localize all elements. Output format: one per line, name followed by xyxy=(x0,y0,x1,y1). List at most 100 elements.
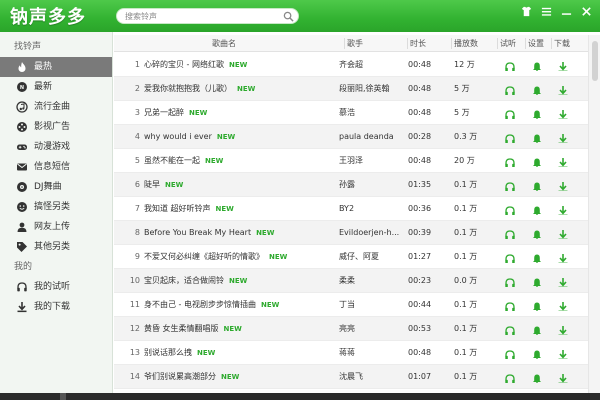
table-row[interactable]: 10 宝贝起床，适合做闹铃 NEW 柔柔 00:23 0.0 万 xyxy=(114,269,588,293)
table-row[interactable]: 11 身不由己 - 电视剧步步惊情插曲 NEW 丁当 00:44 0.1 万 xyxy=(114,293,588,317)
listen-button[interactable] xyxy=(504,131,516,143)
set-ringtone-button[interactable] xyxy=(531,107,543,119)
table-row[interactable]: 7 我知道 超好听铃声 NEW BY2 00:36 0.1 万 xyxy=(114,197,588,221)
search-input[interactable] xyxy=(125,10,275,22)
set-ringtone-button[interactable] xyxy=(531,155,543,167)
set-ringtone-button[interactable] xyxy=(531,299,543,311)
close-button[interactable] xyxy=(576,4,596,18)
sidebar-item[interactable]: 最热 xyxy=(0,57,112,77)
listen-button[interactable] xyxy=(504,251,516,263)
download-icon xyxy=(558,302,568,311)
set-ringtone-button[interactable] xyxy=(531,59,543,71)
download-button[interactable] xyxy=(557,251,569,263)
download-button[interactable] xyxy=(557,371,569,383)
download-button[interactable] xyxy=(557,203,569,215)
table-row[interactable]: 1 心碎的宝贝 - 网络红歌 NEW 齐会超 00:48 12 万 xyxy=(114,53,588,77)
close-icon xyxy=(581,6,591,16)
scrollbar-thumb[interactable] xyxy=(592,41,598,81)
set-ringtone-button[interactable] xyxy=(531,251,543,263)
table-row[interactable]: 9 不爱又何必纠缠《超好听的情歌》 NEW 威仔、阿夏 01:27 0.1 万 xyxy=(114,245,588,269)
sidebar-item[interactable]: 影视广告 xyxy=(0,117,112,137)
search-box[interactable] xyxy=(116,8,299,24)
table-row[interactable]: 2 爱我你就抱抱我（儿歌） NEW 段丽阳,徐英翰 00:48 5 万 xyxy=(114,77,588,101)
song-name-cell[interactable]: 黄昏 女生柔情翻唱版 NEW xyxy=(144,317,340,341)
song-name-cell[interactable]: 虽然不能在一起 NEW xyxy=(144,149,340,173)
set-ringtone-button[interactable] xyxy=(531,323,543,335)
set-ringtone-button[interactable] xyxy=(531,179,543,191)
row-index: 10 xyxy=(129,276,140,285)
table-row[interactable]: 6 陡早 NEW 孙露 01:35 0.1 万 xyxy=(114,173,588,197)
listen-button[interactable] xyxy=(504,155,516,167)
listen-button[interactable] xyxy=(504,347,516,359)
download-button[interactable] xyxy=(557,107,569,119)
sidebar-item[interactable]: 我的下载 xyxy=(0,297,112,317)
sidebar-item[interactable]: 其他另类 xyxy=(0,237,112,257)
header-song-name[interactable]: 歌曲名 xyxy=(212,35,236,52)
header-singer[interactable]: 歌手 xyxy=(344,35,363,52)
download-button[interactable] xyxy=(557,299,569,311)
listen-button[interactable] xyxy=(504,179,516,191)
download-button[interactable] xyxy=(557,131,569,143)
song-name-cell[interactable]: 陡早 NEW xyxy=(144,173,340,197)
song-name-cell[interactable]: Before You Break My Heart NEW xyxy=(144,221,340,245)
sidebar-item[interactable]: 我的试听 xyxy=(0,277,112,297)
listen-button[interactable] xyxy=(504,83,516,95)
listen-button[interactable] xyxy=(504,107,516,119)
table-row[interactable]: 8 Before You Break My Heart NEW Evildoerjen… xyxy=(114,221,588,245)
header-duration[interactable]: 时长 xyxy=(407,35,426,52)
listen-button[interactable] xyxy=(504,227,516,239)
song-name-cell[interactable]: 兄弟一起醉 NEW xyxy=(144,101,340,125)
skin-button[interactable] xyxy=(516,4,536,18)
sidebar-item[interactable]: 动漫游戏 xyxy=(0,137,112,157)
listen-button[interactable] xyxy=(504,203,516,215)
set-ringtone-button[interactable] xyxy=(531,275,543,287)
download-button[interactable] xyxy=(557,275,569,287)
song-name-cell[interactable]: 身不由己 - 电视剧步步惊情插曲 NEW xyxy=(144,293,340,317)
download-button[interactable] xyxy=(557,179,569,191)
headphones-icon xyxy=(505,158,515,167)
header-plays[interactable]: 播放数 xyxy=(451,35,478,52)
set-ringtone-button[interactable] xyxy=(531,347,543,359)
download-button[interactable] xyxy=(557,347,569,359)
set-ringtone-button[interactable] xyxy=(531,131,543,143)
download-button[interactable] xyxy=(557,155,569,167)
song-name-cell[interactable]: 心碎的宝贝 - 网络红歌 NEW xyxy=(144,53,340,77)
sidebar-item-label: 搞怪另类 xyxy=(34,202,71,212)
table-row[interactable]: 13 别说话那么拽 NEW 蒋蒋 00:48 0.1 万 xyxy=(114,341,588,365)
listen-button[interactable] xyxy=(504,323,516,335)
table-row[interactable]: 5 虽然不能在一起 NEW 王羽泽 00:48 20 万 xyxy=(114,149,588,173)
set-ringtone-button[interactable] xyxy=(531,203,543,215)
search-icon[interactable] xyxy=(283,11,294,22)
table-row[interactable]: 3 兄弟一起醉 NEW 慕浩 00:48 5 万 xyxy=(114,101,588,125)
song-name-cell[interactable]: 别说话那么拽 NEW xyxy=(144,341,340,365)
sidebar-item[interactable]: 流行金曲 xyxy=(0,97,112,117)
sidebar-item[interactable]: 网友上传 xyxy=(0,217,112,237)
listen-button[interactable] xyxy=(504,299,516,311)
sidebar-item[interactable]: 搞怪另类 xyxy=(0,197,112,217)
sidebar-item[interactable]: N 最新 xyxy=(0,77,112,97)
song-name-cell[interactable]: 我知道 超好听铃声 NEW xyxy=(144,197,340,221)
song-name-cell[interactable]: 宝贝起床，适合做闹铃 NEW xyxy=(144,269,340,293)
download-button[interactable] xyxy=(557,83,569,95)
scrollbar[interactable] xyxy=(588,35,600,393)
download-button[interactable] xyxy=(557,227,569,239)
song-name-cell[interactable]: 不爱又何必纠缠《超好听的情歌》 NEW xyxy=(144,245,340,269)
listen-button[interactable] xyxy=(504,275,516,287)
download-button[interactable] xyxy=(557,59,569,71)
listen-button[interactable] xyxy=(504,59,516,71)
song-name-cell[interactable]: 爱我你就抱抱我（儿歌） NEW xyxy=(144,77,340,101)
set-ringtone-button[interactable] xyxy=(531,83,543,95)
set-ringtone-button[interactable] xyxy=(531,227,543,239)
song-name-cell[interactable]: why would i ever NEW xyxy=(144,125,340,149)
table-row[interactable]: 12 黄昏 女生柔情翻唱版 NEW 亮亮 00:53 0.1 万 xyxy=(114,317,588,341)
minimize-button[interactable] xyxy=(556,4,576,18)
table-row[interactable]: 4 why would i ever NEW paula deanda 00:28 0.3… xyxy=(114,125,588,149)
set-ringtone-button[interactable] xyxy=(531,371,543,383)
menu-button[interactable] xyxy=(536,4,556,18)
download-button[interactable] xyxy=(557,323,569,335)
sidebar-item[interactable]: 信息短信 xyxy=(0,157,112,177)
listen-button[interactable] xyxy=(504,371,516,383)
table-row[interactable]: 14 爷们别说累高潮部分 NEW 沈晨飞 01:07 0.1 万 xyxy=(114,365,588,389)
song-name-cell[interactable]: 爷们别说累高潮部分 NEW xyxy=(144,365,340,389)
sidebar-item[interactable]: DJ舞曲 xyxy=(0,177,112,197)
